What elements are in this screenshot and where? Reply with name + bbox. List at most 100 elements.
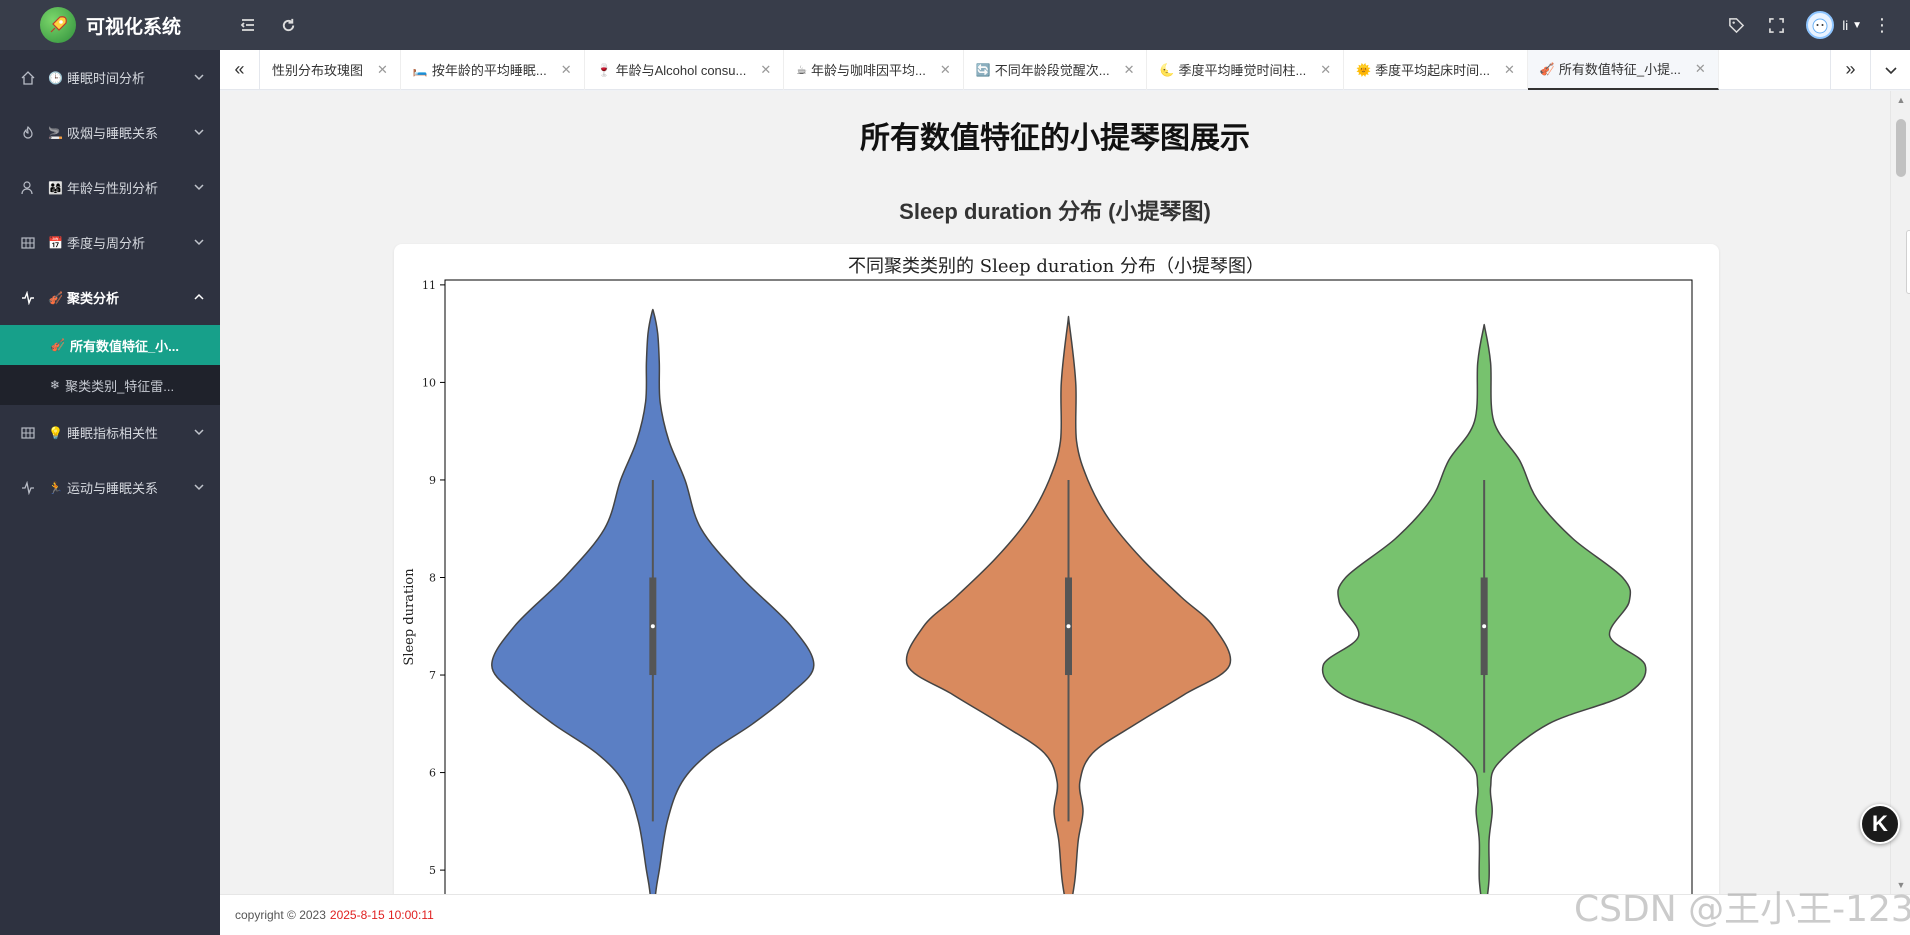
sidebar-item-label: 年龄与性别分析 xyxy=(66,181,158,196)
tab-violin-all[interactable]: 🎻 所有数值特征_小提... ✕ xyxy=(1527,49,1719,90)
sidebar-item-label: 运动与睡眠关系 xyxy=(66,481,158,496)
violin-chart: 不同聚类类别的 Sleep duration 分布（小提琴图） Sleep du… xyxy=(402,256,1693,894)
tab-season-wakeup[interactable]: 🌞 季度平均起床时间... ✕ xyxy=(1344,49,1528,90)
sidebar-item-age-gender[interactable]: 👨‍👩‍👧 年龄与性别分析 xyxy=(0,160,220,215)
family-icon: 👨‍👩‍👧 xyxy=(48,180,63,195)
sidebar-subitem-violin[interactable]: 🎻 所有数值特征_小... xyxy=(0,325,220,365)
y-tick-label: 11 xyxy=(422,279,436,292)
scroll-up-icon[interactable]: ▲ xyxy=(1891,91,1910,109)
grid-icon xyxy=(20,235,36,251)
tab-label: 季度平均起床时间... xyxy=(1375,63,1490,78)
pulse-icon xyxy=(20,290,36,306)
violin-median-dot xyxy=(1066,624,1071,629)
refresh-icon[interactable] xyxy=(268,0,308,50)
sidebar-subitem-radar[interactable]: ❄ 聚类类别_特征雷... xyxy=(0,365,220,405)
home-icon xyxy=(20,70,36,86)
close-icon[interactable]: ✕ xyxy=(760,62,771,78)
clock-icon: 🕒 xyxy=(48,70,63,85)
grid-icon xyxy=(20,425,36,441)
tab-label: 性别分布玫瑰图 xyxy=(272,63,364,78)
sidebar-item-sleep-time[interactable]: 🕒 睡眠时间分析 xyxy=(0,50,220,105)
violin-1 xyxy=(491,308,815,894)
y-tick-label: 6 xyxy=(429,767,436,780)
coffee-icon: ☕ xyxy=(796,62,808,77)
chevron-down-icon xyxy=(194,180,204,195)
tab-awakenings[interactable]: 🔄 不同年龄段觉醒次... ✕ xyxy=(964,49,1148,90)
tab-label: 年龄与Alcohol consu... xyxy=(615,63,747,78)
tab-bar: « 性别分布玫瑰图 ✕ 🛏️ 按年龄的平均睡眠... ✕ 🍷 年龄与Alcoho… xyxy=(220,49,1910,90)
sidebar-item-correlation[interactable]: 💡 睡眠指标相关性 xyxy=(0,405,220,460)
tabs-dropdown-icon[interactable] xyxy=(1870,49,1910,90)
close-icon[interactable]: ✕ xyxy=(1124,62,1135,78)
chevron-down-icon xyxy=(194,425,204,440)
close-icon[interactable]: ✕ xyxy=(561,62,572,78)
page-title: 所有数值特征的小提琴图展示 xyxy=(860,122,1250,155)
pulse-icon xyxy=(20,480,36,496)
tab-label: 年龄与咖啡因平均... xyxy=(811,63,926,78)
tab-label: 不同年龄段觉醒次... xyxy=(994,63,1110,78)
floating-assistant-button[interactable]: K xyxy=(1860,804,1900,844)
sidebar-subitem-label: 所有数值特征_小... xyxy=(69,338,180,354)
chevron-up-icon xyxy=(194,290,204,305)
tabs-scroll-right-icon[interactable]: » xyxy=(1830,49,1870,90)
close-icon[interactable]: ✕ xyxy=(940,62,951,78)
user-name[interactable]: li xyxy=(1842,18,1848,33)
violin-median-dot xyxy=(1482,624,1487,629)
y-tick-label: 5 xyxy=(429,864,436,877)
violin-median-dot xyxy=(650,624,655,629)
caret-down-icon[interactable]: ▼ xyxy=(1852,20,1862,31)
sidebar-item-exercise[interactable]: 🏃 运动与睡眠关系 xyxy=(0,460,220,515)
sun-icon: 🌞 xyxy=(1356,62,1372,77)
violin-2 xyxy=(905,315,1232,894)
main-content: 所有数值特征的小提琴图展示 Sleep duration 分布 (小提琴图) 不… xyxy=(220,91,1890,894)
app-logo[interactable]: 可视化系统 xyxy=(0,0,220,50)
tab-label: 所有数值特征_小提... xyxy=(1558,62,1681,77)
tabs-scroll-left-icon[interactable]: « xyxy=(220,49,260,90)
side-drawer-handle[interactable] xyxy=(1906,230,1910,294)
y-tick-label: 10 xyxy=(422,376,436,389)
violin-icon: 🎻 xyxy=(1539,61,1555,76)
tab-age-alcohol[interactable]: 🍷 年龄与Alcohol consu... ✕ xyxy=(585,49,785,90)
bed-icon: 🛏️ xyxy=(412,62,428,77)
scrollbar-thumb[interactable] xyxy=(1896,119,1906,177)
tab-label: 按年龄的平均睡眠... xyxy=(431,63,547,78)
fullscreen-icon[interactable] xyxy=(1756,0,1796,50)
close-icon[interactable]: ✕ xyxy=(1695,61,1706,77)
sidebar-item-label: 聚类分析 xyxy=(66,291,119,306)
chevron-down-icon xyxy=(194,235,204,250)
sidebar-item-label: 睡眠指标相关性 xyxy=(66,426,158,441)
tab-age-sleep[interactable]: 🛏️ 按年龄的平均睡眠... ✕ xyxy=(401,49,585,90)
sidebar-submenu-cluster: 🎻 所有数值特征_小... ❄ 聚类类别_特征雷... xyxy=(0,325,220,405)
repeat-icon: 🔄 xyxy=(975,62,991,77)
close-icon[interactable]: ✕ xyxy=(377,62,388,78)
tab-gender-rose[interactable]: 性别分布玫瑰图 ✕ xyxy=(260,49,401,90)
tab-season-bedtime[interactable]: 🌜 季度平均睡觉时间柱... ✕ xyxy=(1147,49,1345,90)
tab-label: 季度平均睡觉时间柱... xyxy=(1178,63,1307,78)
sidebar-item-season-week[interactable]: 📅 季度与周分析 xyxy=(0,215,220,270)
wine-icon: 🍷 xyxy=(596,62,612,77)
rocket-logo-icon xyxy=(40,7,76,43)
lightbulb-icon: 💡 xyxy=(48,425,63,440)
vertical-scrollbar[interactable]: ▲ ▼ xyxy=(1890,91,1910,894)
y-tick-label: 8 xyxy=(429,571,436,584)
chart-title: 不同聚类类别的 Sleep duration 分布（小提琴图） xyxy=(848,256,1264,277)
watermark: CSDN @王小王-123 xyxy=(1574,889,1910,930)
chart-card: 不同聚类类别的 Sleep duration 分布（小提琴图） Sleep du… xyxy=(394,244,1719,894)
top-header: 可视化系统 li ▼ ⋮ xyxy=(0,0,1910,50)
copyright-text: copyright © 2023 xyxy=(235,908,326,922)
sidebar-item-label: 睡眠时间分析 xyxy=(66,71,145,86)
sidebar-item-smoking[interactable]: 🚬 吸烟与睡眠关系 xyxy=(0,105,220,160)
violin-icon: 🎻 xyxy=(50,338,65,352)
close-icon[interactable]: ✕ xyxy=(1504,62,1515,78)
more-vertical-icon[interactable]: ⋮ xyxy=(1862,0,1902,50)
menu-fold-icon[interactable] xyxy=(228,0,268,50)
tag-icon[interactable] xyxy=(1716,0,1756,50)
close-icon[interactable]: ✕ xyxy=(1320,62,1331,78)
tab-age-caffeine[interactable]: ☕ 年龄与咖啡因平均... ✕ xyxy=(784,49,964,90)
sidebar-item-cluster[interactable]: 🎻 聚类分析 xyxy=(0,270,220,325)
user-avatar[interactable] xyxy=(1806,11,1835,39)
violin-icon: 🎻 xyxy=(48,290,63,305)
runner-icon: 🏃 xyxy=(48,480,63,495)
snowflake-icon: ❄ xyxy=(50,378,61,392)
chevron-down-icon xyxy=(194,125,204,140)
